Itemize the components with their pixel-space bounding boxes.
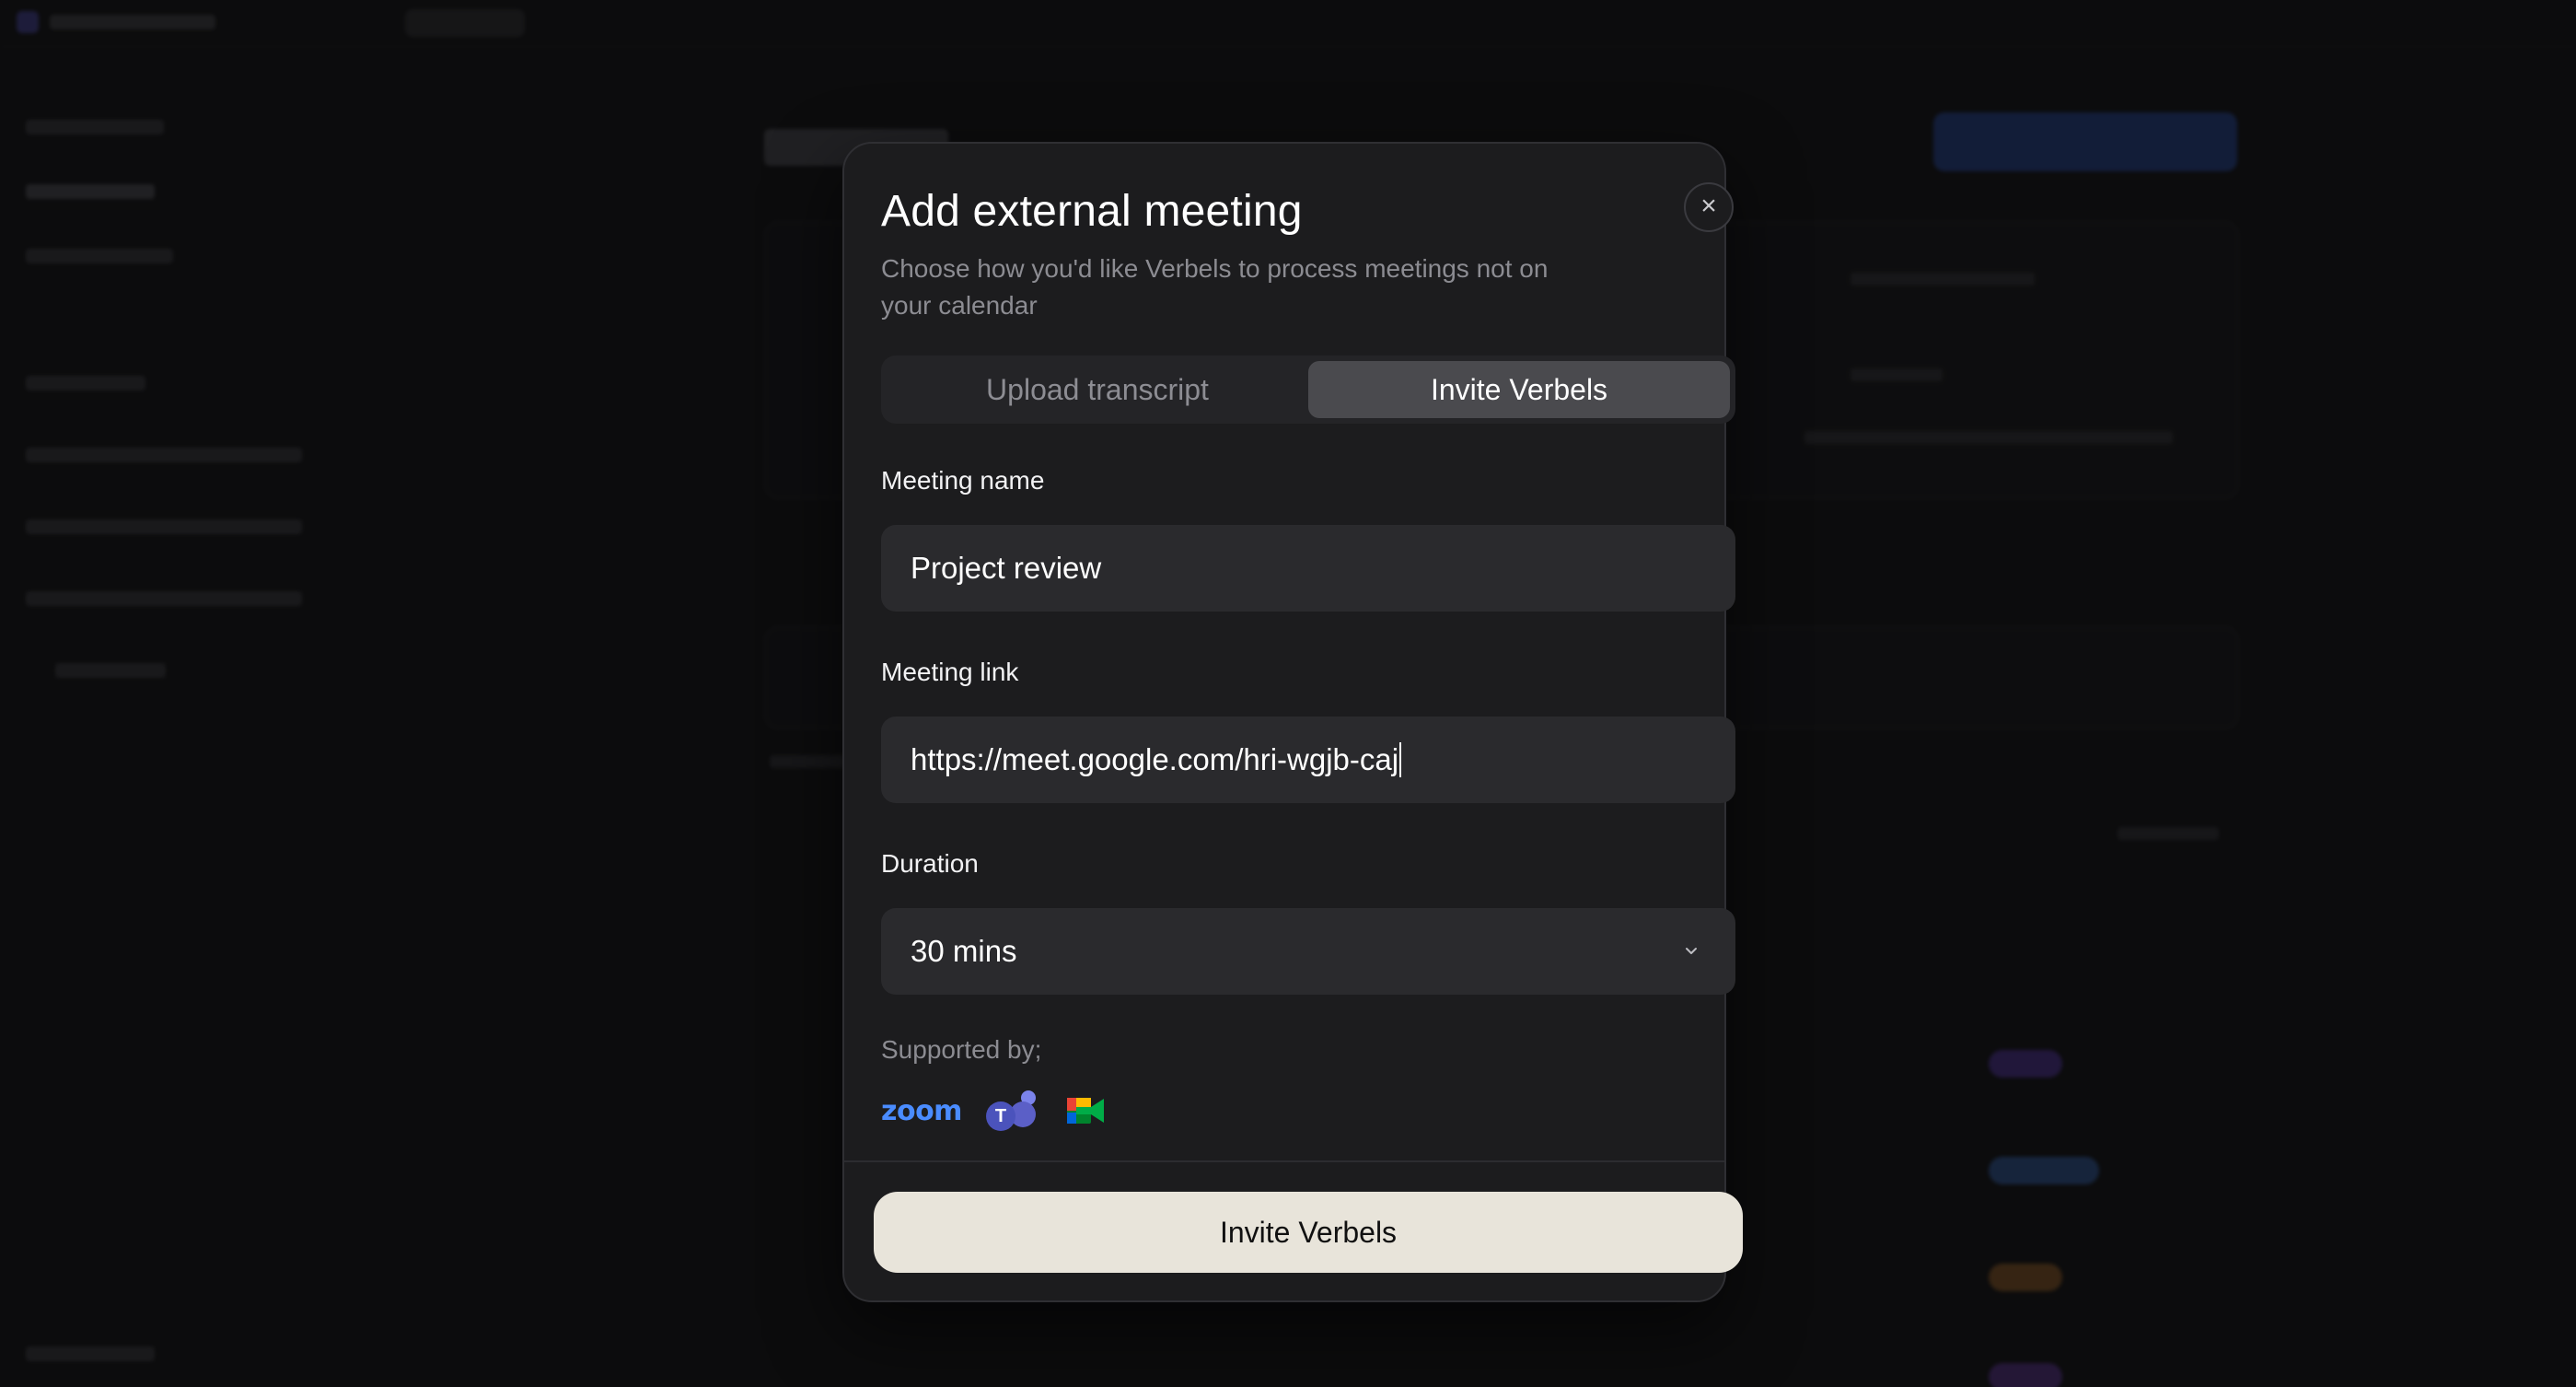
meeting-link-label: Meeting link [881,658,1019,686]
supported-by-label: Supported by; [881,1035,1042,1064]
google-meet-logo [1066,1098,1104,1124]
microsoft-teams-logo: T [985,1090,1036,1131]
meeting-name-label: Meeting name [881,466,1045,495]
sidebar-item [26,519,302,534]
background-primary-button [1933,112,2237,171]
dialog-title: Add external meeting [881,187,1303,236]
app-logo-icon [17,11,39,33]
sidebar-item [26,591,302,606]
footer-divider [844,1160,1724,1162]
close-icon: × [1700,191,1717,221]
sidebar-section-heading [26,376,145,390]
meeting-name-input[interactable]: Project review [881,525,1735,612]
background-text [2118,827,2219,840]
avatar-group [1989,1050,2062,1078]
background-text [1851,368,1943,381]
sidebar-footer [26,1346,155,1361]
duration-label: Duration [881,849,979,878]
avatar-group [1989,1157,2099,1184]
sidebar-item [26,249,173,263]
top-tab [405,9,525,37]
zoom-logo: zoom [881,1094,962,1127]
mode-toggle: Upload transcript Invite Verbels [881,355,1735,424]
chevron-down-icon [1686,948,1697,954]
supported-platforms: zoom T [881,1083,1106,1138]
background-text [1804,431,2173,444]
dialog-subtitle: Choose how you'd like Verbels to process… [881,254,1549,320]
tab-upload-transcript[interactable]: Upload transcript [887,361,1308,418]
sidebar-item [26,448,302,462]
background-text [1851,273,2035,286]
background-topbar [0,0,2576,47]
avatar-group [1989,1264,2062,1291]
close-button[interactable]: × [1684,182,1734,232]
meeting-link-input[interactable]: https://meet.google.com/hri-wgjb-caj [881,717,1735,803]
add-external-meeting-dialog: Add external meeting Choose how you'd li… [842,142,1743,1302]
invite-verbels-button[interactable]: Invite Verbels [874,1192,1743,1273]
sidebar-item [26,184,155,199]
workspace-switcher [50,15,215,29]
app-screen: Add external meeting Choose how you'd li… [0,0,2576,1387]
meeting-name-value: Project review [911,551,1102,585]
duration-select[interactable]: 30 mins [881,908,1735,995]
text-cursor [1399,742,1402,777]
sidebar-item [26,120,164,134]
teams-letter: T [995,1106,1006,1126]
sidebar-item [55,663,166,678]
duration-value: 30 mins [911,934,1017,968]
tab-invite-verbels[interactable]: Invite Verbels [1308,361,1730,418]
meeting-link-value: https://meet.google.com/hri-wgjb-caj [911,742,1399,776]
avatar-group [1989,1363,2062,1387]
